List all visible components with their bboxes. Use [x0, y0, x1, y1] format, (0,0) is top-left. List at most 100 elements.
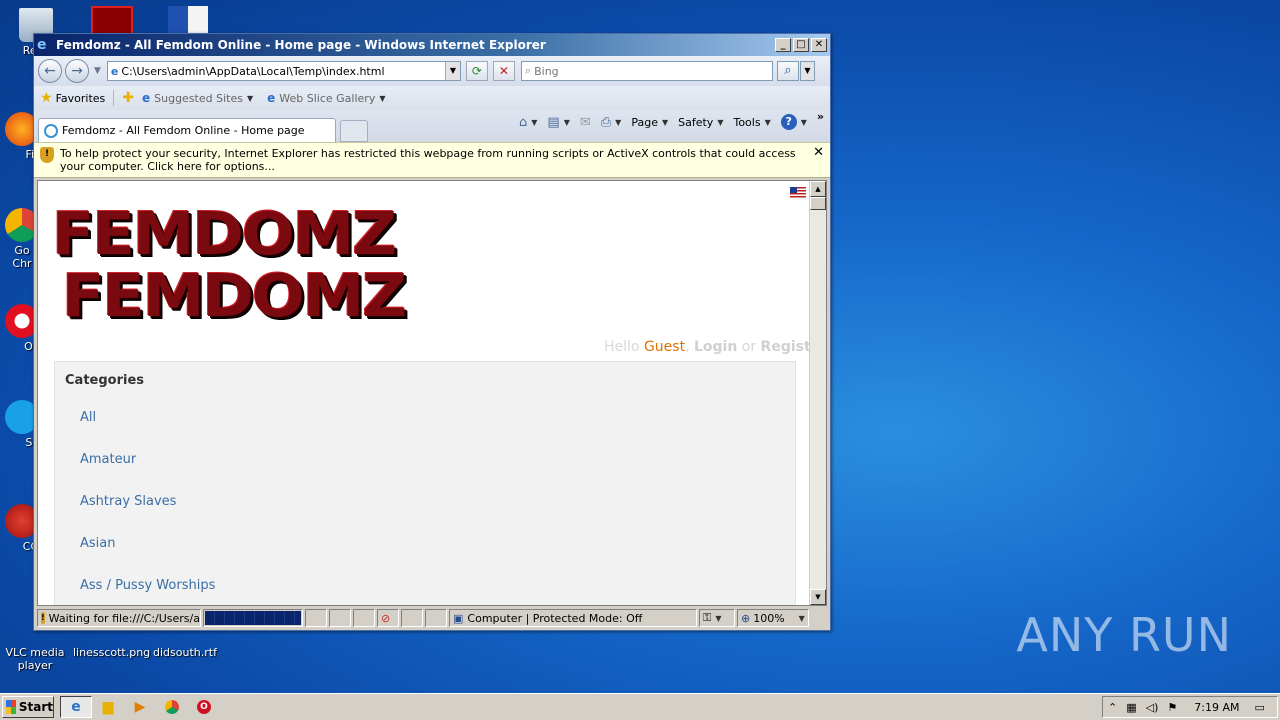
ie-icon: e [71, 699, 81, 715]
suggested-sites-link[interactable]: e Suggested Sites ▼ [142, 91, 253, 105]
taskbar-app-media-player[interactable]: ▶ [124, 696, 156, 718]
taskbar-app-explorer[interactable]: ▆ [92, 696, 124, 718]
ie-logo-icon: e [37, 37, 47, 53]
network-icon[interactable]: ▦ [1126, 701, 1136, 714]
page-menu-label: Page [631, 115, 658, 129]
status-panel [329, 609, 351, 627]
scroll-up-button[interactable]: ▲ [810, 181, 826, 197]
category-link-ass-pussy-worships[interactable]: Ass / Pussy Worships [80, 578, 215, 593]
login-link[interactable]: Login [694, 339, 737, 355]
stop-button[interactable]: ✕ [492, 61, 515, 81]
tab-active[interactable]: Femdomz - All Femdom Online - Home page [38, 118, 336, 142]
web-slice-gallery-label: Web Slice Gallery [279, 91, 376, 105]
opera-icon: O [197, 700, 211, 714]
status-text: Waiting for file:///C:/Users/ac [48, 611, 201, 625]
home-button[interactable]: ⌂ ▼ [519, 115, 537, 130]
chevron-down-icon[interactable]: ▼ [94, 66, 101, 76]
show-desktop-icon[interactable]: ▭ [1254, 701, 1264, 714]
anyrun-watermark: ANY RUN [1016, 608, 1232, 662]
taskbar-app-ie[interactable]: e [60, 696, 92, 718]
zoom-icon: ⊕ [741, 611, 751, 625]
desktop-icon-label: VLC media player [5, 646, 65, 672]
categories-panel: Categories All Amateur Ashtray Slaves As… [54, 361, 796, 605]
feeds-button[interactable]: ▤ ▼ [547, 115, 569, 130]
lock-icon: ⚿ [703, 611, 712, 624]
taskbar-app-opera[interactable]: O [188, 696, 220, 718]
site-logo[interactable]: FEMDOMZ FEMDOMZ [52, 203, 422, 343]
loading-icon [44, 123, 58, 138]
tools-menu[interactable]: Tools ▼ [733, 116, 770, 129]
search-go-button[interactable]: ⌕ [776, 61, 799, 81]
web-slice-gallery-link[interactable]: e Web Slice Gallery ▼ [267, 91, 385, 105]
scroll-thumb[interactable] [810, 197, 826, 210]
print-button[interactable]: ⎙ ▼ [601, 115, 622, 130]
address-row: ← → ▼ e ▼ ⟳ ✕ ⌕ ⌕ ▼ [34, 56, 830, 86]
star-icon: ★ [40, 90, 53, 106]
zoom-panel[interactable]: ⊕ 100% ▼ [737, 609, 809, 627]
address-dropdown-button[interactable]: ▼ [444, 62, 460, 80]
status-text-panel: ! Waiting for file:///C:/Users/ac [37, 609, 201, 627]
refresh-button[interactable]: ⟳ [465, 61, 488, 81]
status-panel [401, 609, 423, 627]
ie-page-icon: e [267, 91, 276, 105]
acrobat-icon [91, 6, 133, 36]
taskbar-app-chrome[interactable] [156, 696, 188, 718]
or-text: or [741, 339, 757, 355]
add-favorite-icon[interactable]: ✚ [122, 90, 134, 106]
divider [113, 90, 115, 106]
desktop-icon-png-file[interactable]: linesscott.png [73, 646, 151, 659]
warning-icon: ! [41, 612, 45, 624]
category-link-ashtray-slaves[interactable]: Ashtray Slaves [80, 494, 176, 509]
search-box[interactable]: ⌕ [520, 61, 773, 81]
tools-menu-label: Tools [733, 115, 761, 129]
start-label: Start [18, 700, 53, 714]
read-mail-button[interactable]: ✉ [580, 115, 591, 130]
vertical-scrollbar[interactable]: ▲ ▼ [809, 181, 826, 605]
protected-mode-panel[interactable]: ⚿ ▼ [699, 609, 735, 627]
desktop-icon-vlc[interactable]: VLC media player [5, 632, 65, 672]
status-bar: ! Waiting for file:///C:/Users/ac ⊘ ▣ Co… [34, 606, 830, 630]
more-commands-icon[interactable]: » [817, 110, 824, 123]
safety-menu[interactable]: Safety ▼ [678, 116, 723, 129]
page-menu[interactable]: Page ▼ [631, 116, 668, 129]
ie-window: e Femdomz - All Femdom Online - Home pag… [33, 33, 831, 631]
volume-icon[interactable]: ◁) [1146, 701, 1159, 714]
tab-label: Femdomz - All Femdom Online - Home page [62, 124, 305, 137]
taskbar: Start e ▆ ▶ O ⌃ ▦ ◁) ⚑ 7:19 AM ▭ [0, 693, 1280, 720]
printer-icon: ⎙ [600, 114, 612, 130]
category-link-asian[interactable]: Asian [80, 536, 115, 551]
category-link-amateur[interactable]: Amateur [80, 452, 136, 467]
help-icon: ? [780, 114, 797, 130]
favorites-bar: ★ Favorites ✚ e Suggested Sites ▼ e Web … [34, 86, 830, 110]
information-bar[interactable]: ! To help protect your security, Interne… [34, 142, 830, 178]
new-tab-button[interactable] [340, 120, 368, 142]
forward-button[interactable]: → [65, 59, 89, 83]
minimize-button[interactable]: _ [775, 38, 791, 52]
desktop-icon-label: linesscott.png [73, 646, 151, 659]
title-bar[interactable]: e Femdomz - All Femdom Online - Home pag… [34, 34, 830, 56]
chevron-down-icon: ▼ [798, 613, 805, 623]
us-flag-icon[interactable] [790, 187, 806, 198]
action-center-flag-icon[interactable]: ⚑ [1167, 701, 1177, 714]
close-button[interactable]: ✕ [811, 38, 827, 52]
search-options-button[interactable]: ▼ [799, 61, 815, 81]
address-input[interactable] [118, 64, 445, 78]
clock[interactable]: 7:19 AM [1194, 701, 1239, 714]
address-bar[interactable]: e ▼ [106, 61, 461, 81]
desktop-icon-rtf-file[interactable]: didsouth.rtf [152, 646, 218, 659]
close-icon[interactable]: ✕ [813, 146, 824, 159]
folder-icon: ▆ [102, 699, 114, 715]
scroll-down-button[interactable]: ▼ [810, 589, 826, 605]
search-input[interactable] [531, 64, 772, 78]
start-button[interactable]: Start [2, 696, 54, 718]
zone-text: Computer | Protected Mode: Off [467, 611, 643, 625]
category-link-all[interactable]: All [80, 410, 96, 425]
show-hidden-icons-icon[interactable]: ⌃ [1108, 701, 1117, 714]
maximize-button[interactable]: □ [793, 38, 809, 52]
zone-panel[interactable]: ▣ Computer | Protected Mode: Off [449, 609, 697, 627]
back-button[interactable]: ← [38, 59, 62, 83]
shield-icon: ! [40, 147, 54, 163]
privacy-panel[interactable]: ⊘ [377, 609, 399, 627]
help-button[interactable]: ? ▼ [780, 114, 807, 130]
favorites-button[interactable]: ★ Favorites [40, 90, 105, 106]
